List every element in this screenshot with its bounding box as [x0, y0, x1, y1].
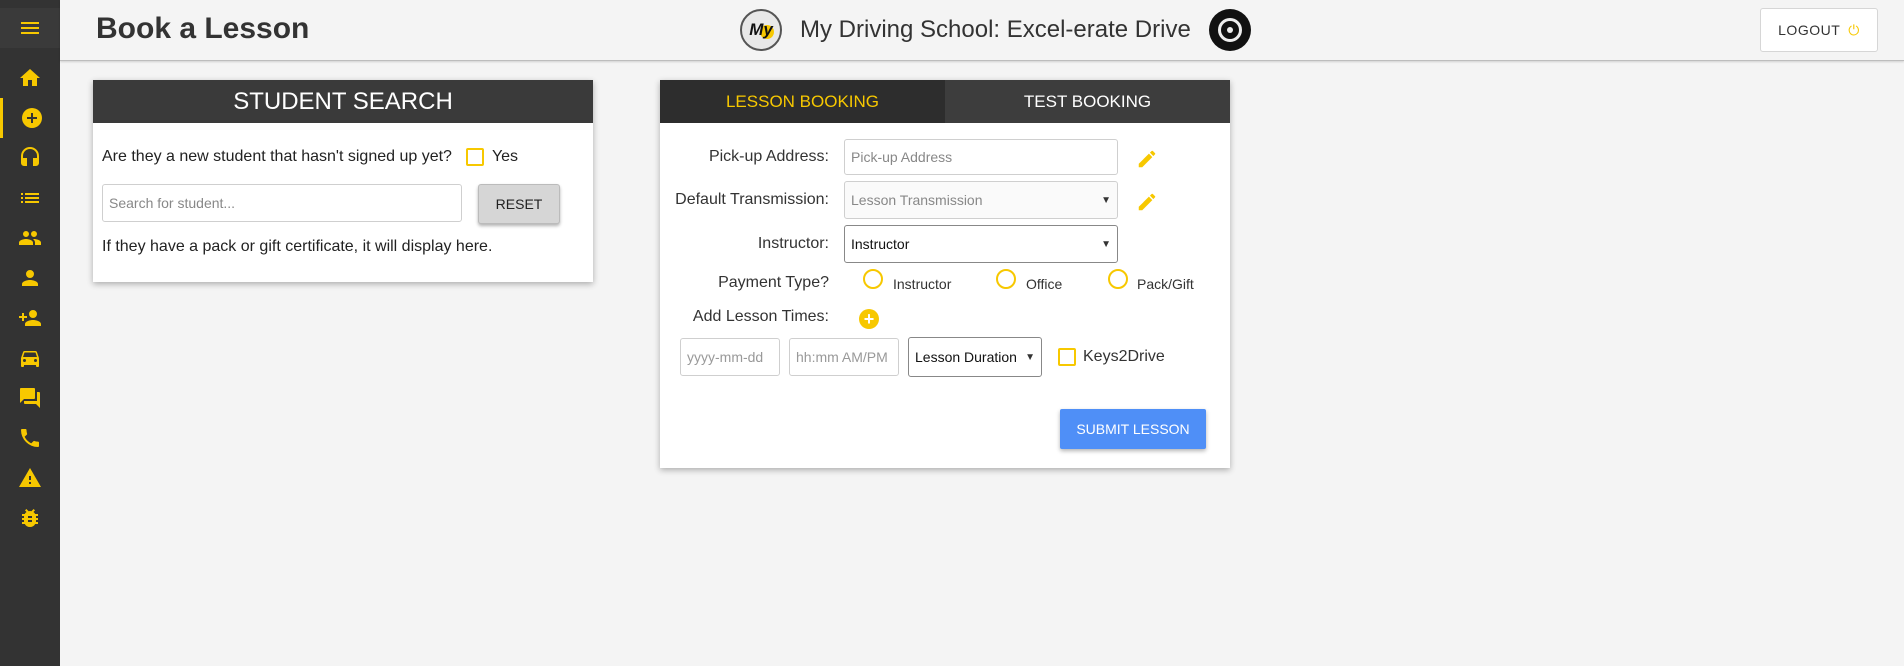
sidebar-item-bug-report[interactable] — [0, 498, 60, 538]
sidebar-item-calls[interactable] — [0, 418, 60, 458]
phone-icon — [21, 429, 39, 447]
tab-test-booking[interactable]: TEST BOOKING — [945, 80, 1230, 123]
chevron-down-icon: ▼ — [1101, 194, 1111, 206]
transmission-value: Lesson Transmission — [851, 192, 983, 208]
new-student-question: Are they a new student that hasn't signe… — [102, 148, 452, 165]
sidebar — [0, 0, 60, 666]
submit-lesson-button[interactable]: SUBMIT LESSON — [1060, 409, 1206, 449]
lesson-duration-value: Lesson Duration — [915, 349, 1017, 365]
yes-label: Yes — [491, 148, 519, 165]
pencil-icon — [1138, 193, 1156, 211]
power-icon: ⏻ — [1848, 21, 1860, 38]
headset-icon — [21, 147, 39, 166]
edit-pickup-button[interactable] — [1136, 148, 1158, 170]
student-search-card: STUDENT SEARCH Are they a new student th… — [93, 80, 593, 282]
student-search-title: STUDENT SEARCH — [93, 80, 593, 123]
keys2drive-label: Keys2Drive — [1083, 348, 1165, 365]
home-icon — [20, 69, 40, 86]
brand: My My Driving School: Excel-erate Drive — [740, 9, 1251, 51]
bug-icon — [22, 509, 38, 528]
pack-info-text: If they have a pack or gift certificate,… — [102, 238, 493, 255]
hamburger-menu-icon — [21, 22, 39, 34]
pickup-address-input[interactable]: Pick-up Address — [844, 139, 1118, 175]
sidebar-item-profile[interactable] — [0, 258, 60, 298]
pickup-label: Pick-up Address: — [708, 148, 829, 165]
edit-transmission-button[interactable] — [1136, 191, 1158, 213]
school-logo: My — [740, 9, 782, 51]
add-lesson-times-label: Add Lesson Times: — [692, 308, 829, 325]
reset-button[interactable]: RESET — [478, 184, 560, 224]
new-student-checkbox[interactable] — [465, 148, 484, 166]
payment-option-office: Office — [1026, 276, 1063, 292]
transmission-select[interactable]: Lesson Transmission ▼ — [844, 181, 1118, 219]
menu-toggle-button[interactable] — [0, 8, 60, 48]
lesson-date-input[interactable]: yyyy-mm-dd — [680, 338, 780, 376]
top-header: Book a Lesson My My Driving School: Exce… — [60, 0, 1904, 61]
brand-name: My Driving School: Excel-erate Drive — [800, 16, 1191, 43]
instructor-value: Instructor — [851, 236, 910, 252]
sidebar-item-students[interactable] — [0, 218, 60, 258]
booking-card: LESSON BOOKING TEST BOOKING Pick-up Addr… — [660, 80, 1230, 468]
logout-button[interactable]: LOGOUT ⏻ — [1760, 8, 1878, 52]
sidebar-item-list[interactable] — [0, 178, 60, 218]
sidebar-item-book-lesson[interactable] — [0, 98, 60, 138]
sidebar-item-support[interactable] — [0, 138, 60, 178]
add-circle-icon — [21, 108, 42, 128]
logout-label: LOGOUT — [1778, 22, 1841, 38]
group-icon — [19, 231, 41, 245]
person-icon — [22, 270, 38, 286]
sidebar-item-add-person[interactable] — [0, 298, 60, 338]
chat-icon — [20, 388, 40, 408]
payment-radio-office[interactable] — [996, 269, 1016, 289]
plus-icon: + — [863, 309, 875, 329]
add-lesson-time-button[interactable]: + — [859, 309, 879, 329]
booking-tabs: LESSON BOOKING TEST BOOKING — [660, 80, 1230, 123]
chevron-down-icon: ▼ — [1101, 238, 1111, 250]
lesson-duration-select[interactable]: Lesson Duration ▼ — [908, 337, 1042, 377]
sidebar-item-messages[interactable] — [0, 378, 60, 418]
student-search-input[interactable]: Search for student... — [102, 184, 462, 222]
lesson-time-input[interactable]: hh:mm AM/PM — [789, 338, 899, 376]
list-icon — [21, 193, 39, 203]
tab-lesson-booking[interactable]: LESSON BOOKING — [660, 80, 945, 123]
wheel-logo-icon — [1208, 9, 1251, 51]
page-title: Book a Lesson — [96, 12, 310, 45]
payment-radio-instructor[interactable] — [863, 269, 883, 289]
sidebar-item-home[interactable] — [0, 58, 60, 98]
payment-type-label: Payment Type? — [718, 274, 829, 291]
person-add-icon — [19, 310, 41, 326]
chevron-down-icon: ▼ — [1025, 351, 1035, 363]
pencil-icon — [1138, 150, 1156, 168]
instructor-select[interactable]: Instructor ▼ — [844, 225, 1118, 263]
sidebar-item-vehicles[interactable] — [0, 338, 60, 378]
transmission-label: Default Transmission: — [675, 191, 829, 208]
sidebar-item-alerts[interactable] — [0, 458, 60, 498]
payment-option-pack-gift: Pack/Gift — [1137, 276, 1194, 292]
warning-icon — [19, 468, 41, 487]
instructor-label: Instructor: — [757, 235, 829, 252]
new-student-row: Are they a new student that hasn't signe… — [102, 148, 518, 166]
car-icon — [21, 351, 39, 367]
payment-radio-pack-gift[interactable] — [1108, 269, 1128, 289]
payment-option-instructor: Instructor — [893, 276, 952, 292]
keys2drive-checkbox[interactable] — [1058, 348, 1076, 366]
